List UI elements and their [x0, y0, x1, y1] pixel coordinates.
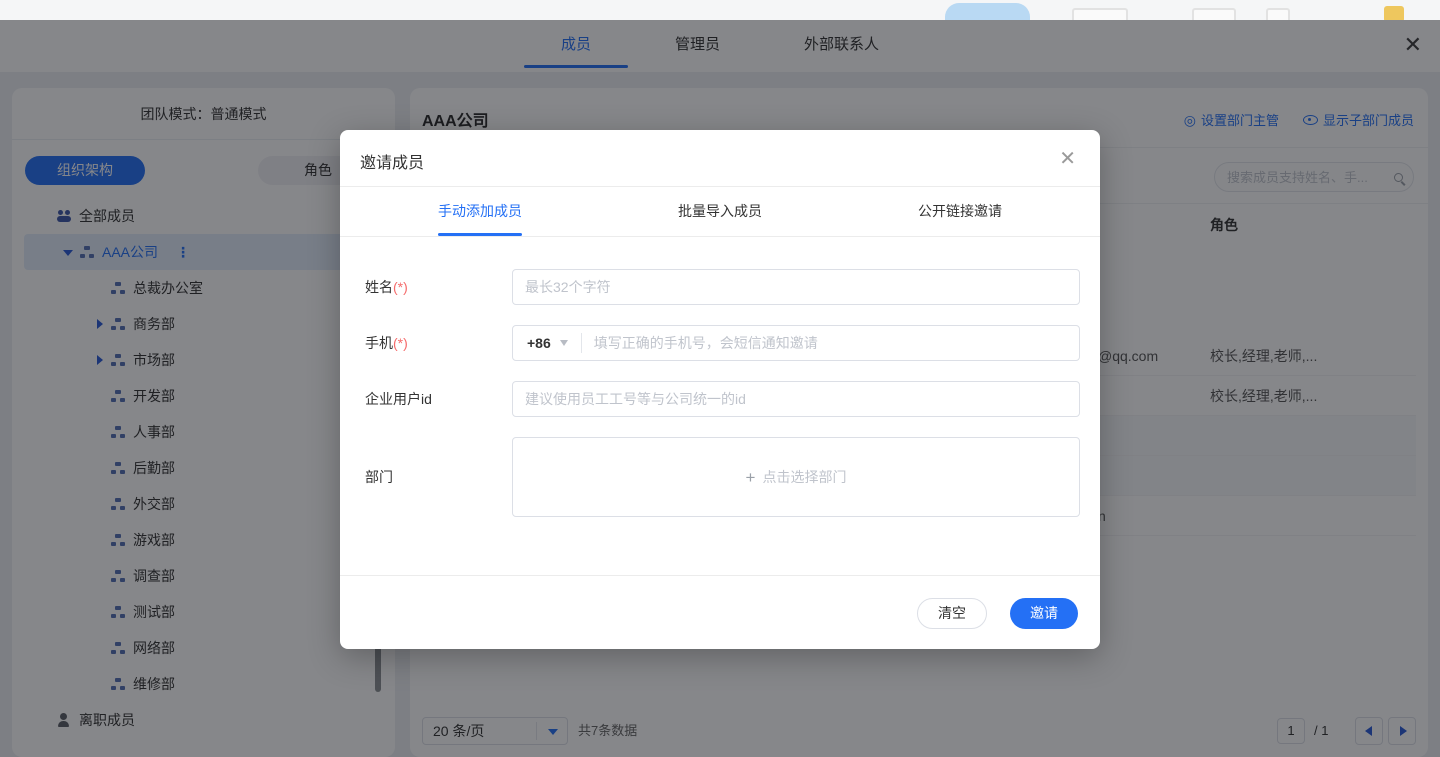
phone-input[interactable]	[582, 335, 1079, 351]
required-marker: (*)	[393, 279, 408, 295]
enterprise-id-field-label: 企业用户id	[365, 381, 432, 417]
invite-method-tab-label: 手动添加成员	[438, 203, 522, 219]
plus-icon: +	[746, 469, 756, 486]
invite-method-tab[interactable]: 公开链接邀请	[918, 186, 1002, 236]
header-blue-button-artifact	[945, 3, 1030, 20]
underlying-window-strip	[0, 0, 1440, 20]
app-window: 成员 管理员 外部联系人 ✕ 团队模式：普通模式 组织架构 角色	[0, 0, 1440, 757]
invite-method-tab-label: 公开链接邀请	[918, 203, 1002, 219]
phone-field: +86	[512, 325, 1080, 361]
clear-button[interactable]: 清空	[917, 598, 987, 629]
name-label-text: 姓名	[365, 279, 393, 295]
divider	[340, 236, 1100, 237]
country-code-value[interactable]: +86	[527, 335, 551, 351]
modal-title: 邀请成员	[360, 149, 424, 173]
invite-members-modal: 邀请成员 ✕ 手动添加成员 批量导入成员 公开链接邀请 姓名(*)	[340, 130, 1100, 649]
divider	[340, 575, 1100, 576]
name-input[interactable]	[512, 269, 1080, 305]
invite-method-tabs: 手动添加成员 批量导入成员 公开链接邀请	[340, 186, 1100, 236]
select-department-button[interactable]: + 点击选择部门	[512, 437, 1080, 517]
name-field-label: 姓名(*)	[365, 269, 408, 305]
required-marker: (*)	[393, 335, 408, 351]
phone-label-text: 手机	[365, 335, 393, 351]
department-field-label: 部门	[365, 459, 393, 495]
select-department-placeholder: 点击选择部门	[762, 467, 846, 487]
invite-method-tab-label: 批量导入成员	[678, 203, 762, 219]
invite-method-tab[interactable]: 手动添加成员	[438, 186, 522, 236]
modal-close-icon[interactable]: ✕	[1059, 146, 1076, 171]
header-artifact	[1072, 8, 1128, 20]
invite-button[interactable]: 邀请	[1010, 598, 1078, 629]
header-artifact	[1266, 8, 1290, 20]
phone-field-label: 手机(*)	[365, 325, 408, 361]
header-artifact	[1192, 8, 1236, 20]
invite-method-tab[interactable]: 批量导入成员	[678, 186, 762, 236]
country-code-chevron-icon[interactable]	[560, 340, 568, 346]
header-emoji-artifact	[1384, 6, 1404, 20]
enterprise-id-input[interactable]	[512, 381, 1080, 417]
